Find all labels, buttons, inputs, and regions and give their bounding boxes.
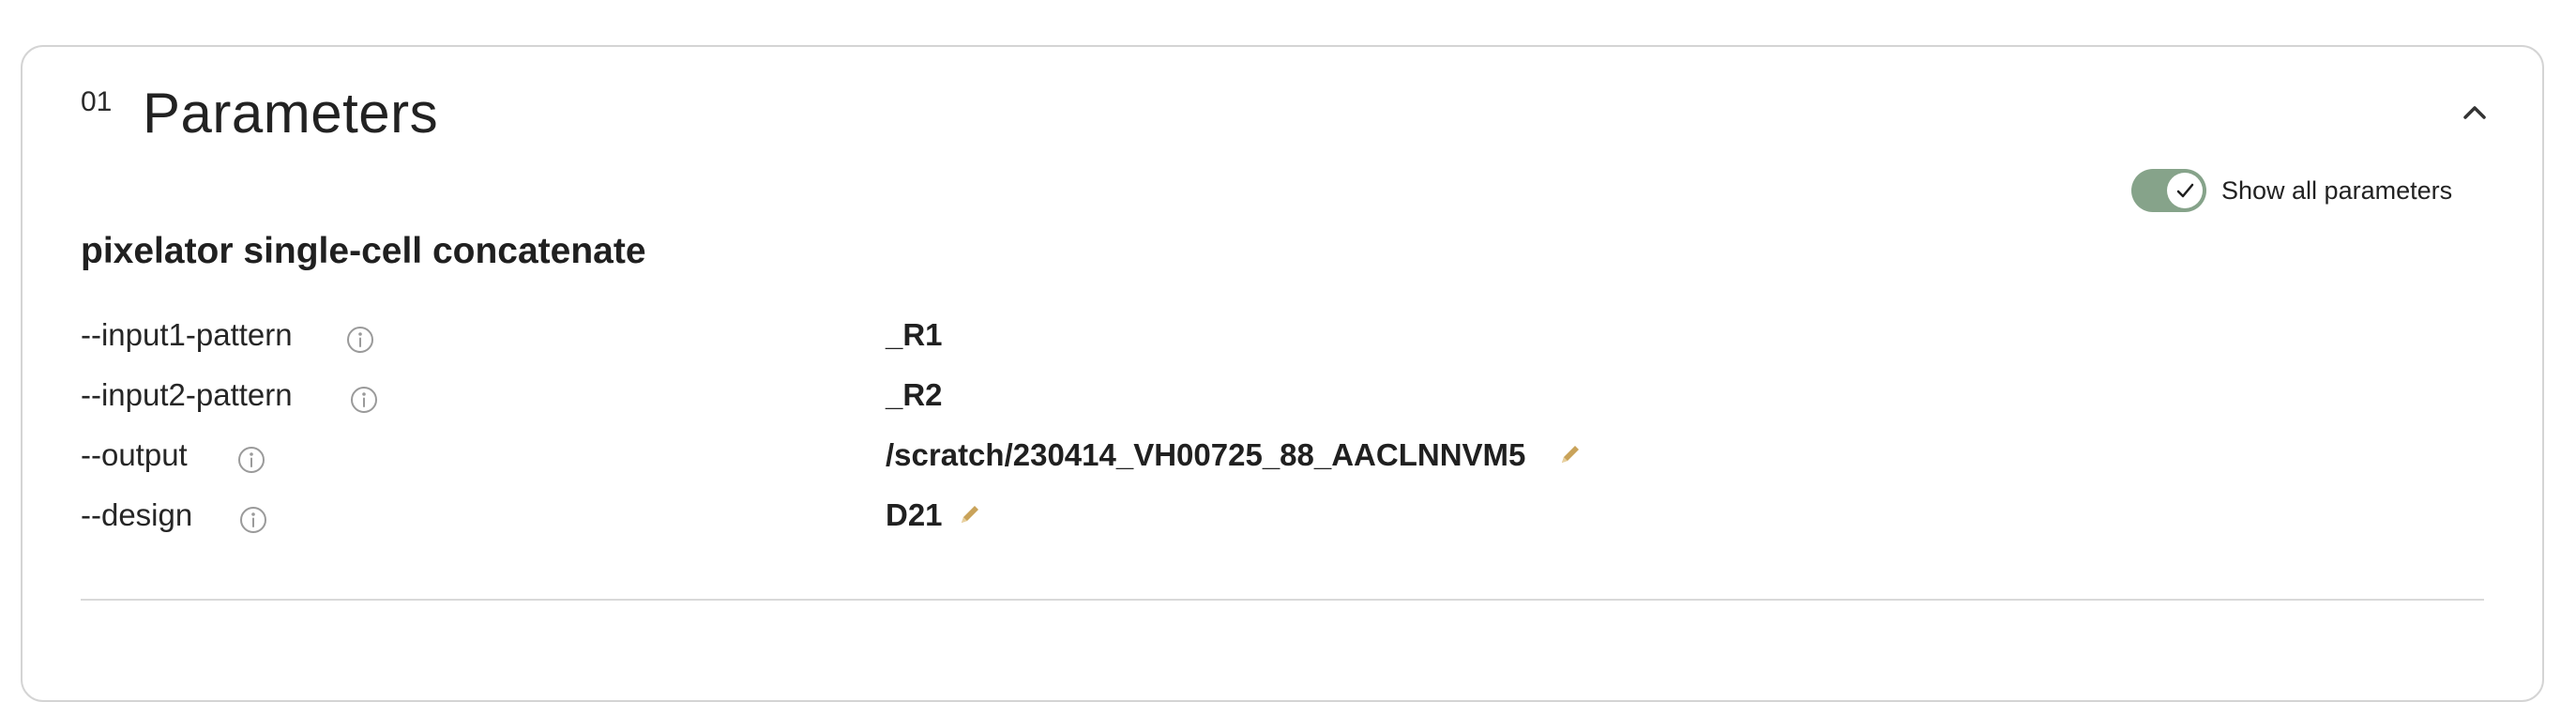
param-row: --design D21: [81, 497, 2520, 548]
section-title: Parameters: [143, 82, 439, 145]
param-row: --input1-pattern _R1: [81, 317, 2520, 368]
info-icon[interactable]: [238, 505, 268, 535]
info-icon[interactable]: [349, 385, 379, 415]
param-value: /scratch/230414_VH00725_88_AACLNNVM5: [886, 437, 1526, 472]
param-name: --input1-pattern: [81, 317, 293, 352]
param-row: --output /scratch/230414_VH00725_88_AACL…: [81, 437, 2520, 488]
show-all-parameters: Show all parameters: [2131, 167, 2452, 214]
param-name: --output: [81, 437, 188, 472]
section-index: 01: [81, 86, 113, 117]
param-name: --design: [81, 497, 193, 532]
section-divider: [81, 599, 2484, 601]
info-icon[interactable]: [236, 445, 266, 475]
tool-name: pixelator single-cell concatenate: [81, 231, 646, 271]
show-all-parameters-label: Show all parameters: [2221, 176, 2453, 205]
param-value: D21: [886, 497, 943, 532]
show-all-parameters-toggle[interactable]: [2131, 169, 2206, 212]
param-row: --input2-pattern _R2: [81, 377, 2520, 428]
param-value: _R1: [886, 317, 943, 352]
param-name: --input2-pattern: [81, 377, 293, 412]
pencil-icon[interactable]: [1557, 441, 1583, 467]
collapse-button[interactable]: [2456, 94, 2493, 131]
info-icon[interactable]: [345, 325, 375, 355]
toggle-knob: [2167, 173, 2203, 208]
param-value: _R2: [886, 377, 943, 412]
pencil-icon[interactable]: [957, 501, 983, 527]
chevron-up-icon: [2463, 106, 2486, 119]
check-icon: [2176, 183, 2194, 198]
